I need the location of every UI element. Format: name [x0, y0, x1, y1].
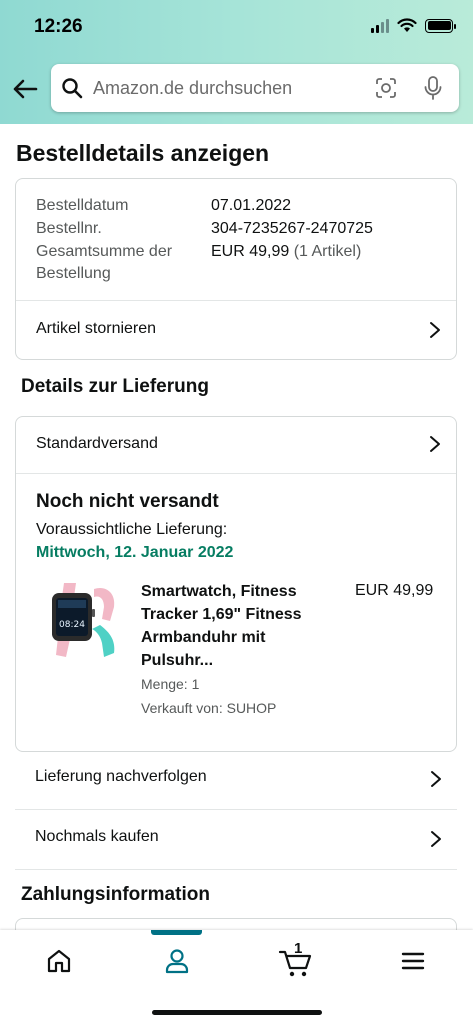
cancel-items-label: Artikel stornieren	[36, 320, 157, 337]
divider	[15, 869, 457, 870]
app-header: 12:26	[0, 0, 473, 124]
order-details-content: Bestelldetails anzeigen Bestelldatum 07.…	[0, 124, 473, 930]
order-total-amount: EUR 49,99	[211, 243, 290, 260]
search-icon	[62, 78, 83, 99]
order-date-label: Bestelldatum	[36, 197, 129, 214]
watch-face-time: 08:24	[59, 620, 85, 630]
microphone-icon[interactable]	[422, 75, 444, 101]
payment-section-title: Zahlungsinformation	[21, 884, 210, 905]
shipping-method-label: Standardversand	[36, 435, 158, 452]
chevron-right-icon	[431, 831, 441, 847]
home-indicator	[152, 1010, 322, 1015]
order-total-label: Gesamtsumme der Bestellung	[36, 243, 173, 282]
status-icons	[371, 18, 456, 33]
order-number-label: Bestellnr.	[36, 220, 102, 237]
search-bar[interactable]	[51, 64, 459, 112]
shipment-status: Noch nicht versandt	[36, 491, 219, 512]
order-date-value: 07.01.2022	[211, 197, 292, 214]
track-delivery-row[interactable]: Lieferung nachverfolgen	[15, 750, 457, 808]
status-time: 12:26	[34, 16, 83, 37]
product-quantity: Menge: 1	[141, 676, 200, 692]
delivery-section-title: Details zur Lieferung	[21, 376, 209, 397]
search-input[interactable]	[93, 64, 363, 112]
product-image[interactable]: 08:24	[44, 577, 122, 661]
expected-delivery-label: Voraussichtliche Lieferung:	[36, 521, 228, 538]
menu-icon[interactable]	[398, 946, 428, 976]
delivery-card: Standardversand Noch nicht versandt Vora…	[15, 416, 457, 752]
cart-count: 1	[294, 940, 303, 957]
chevron-right-icon	[431, 771, 441, 787]
battery-icon	[425, 18, 456, 33]
payment-card	[15, 918, 457, 930]
cart-button[interactable]: 1	[278, 940, 318, 980]
active-tab-indicator	[151, 930, 202, 935]
chevron-right-icon	[430, 436, 440, 452]
order-total-value: EUR 49,99 (1 Artikel)	[211, 241, 361, 263]
product-title-link[interactable]: Smartwatch, Fitness Tracker 1,69" Fitnes…	[141, 580, 331, 672]
order-number-value: 304-7235267-2470725	[211, 220, 373, 237]
buy-again-label: Nochmals kaufen	[35, 828, 159, 845]
home-icon[interactable]	[44, 946, 74, 976]
cancel-items-row[interactable]: Artikel stornieren	[16, 301, 456, 359]
buy-again-row[interactable]: Nochmals kaufen	[15, 810, 457, 868]
product-price: EUR 49,99	[355, 582, 434, 599]
shipping-method-row[interactable]: Standardversand	[16, 417, 456, 473]
divider	[16, 473, 456, 474]
product-seller: Verkauft von: SUHOP	[141, 700, 277, 716]
order-summary-card: Bestelldatum 07.01.2022 Bestellnr. 304-7…	[15, 178, 457, 360]
back-arrow-icon[interactable]	[10, 74, 40, 104]
expected-delivery-date: Mittwoch, 12. Januar 2022	[36, 544, 234, 561]
wifi-icon	[397, 18, 417, 32]
signal-icon	[371, 18, 389, 33]
order-item-count: (1 Artikel)	[293, 243, 362, 260]
camera-lens-icon[interactable]	[375, 77, 397, 99]
page-title: Bestelldetails anzeigen	[16, 140, 270, 166]
user-icon[interactable]	[162, 946, 192, 976]
chevron-right-icon	[430, 322, 440, 338]
status-bar: 12:26	[0, 0, 473, 52]
track-delivery-label: Lieferung nachverfolgen	[35, 768, 207, 785]
